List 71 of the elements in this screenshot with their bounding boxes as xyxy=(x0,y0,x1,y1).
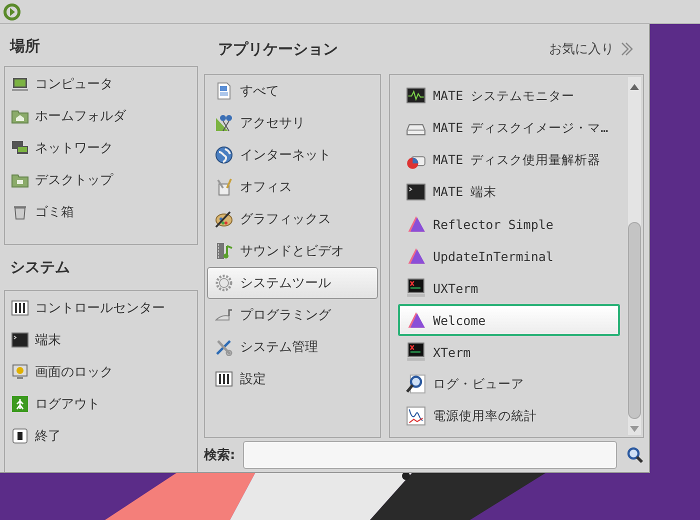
app-item[interactable]: XTerm xyxy=(398,336,620,368)
tools-icon xyxy=(215,338,233,356)
control-panel-icon xyxy=(11,299,29,317)
category-item[interactable]: 設定 xyxy=(207,363,378,395)
menu-item[interactable]: コンピュータ xyxy=(5,68,197,100)
section-title: システム xyxy=(9,257,71,278)
menu-item[interactable]: ホームフォルダ xyxy=(5,100,197,132)
terminal-icon xyxy=(406,182,426,202)
app-item[interactable]: Welcome xyxy=(398,304,620,336)
app-item[interactable]: UpdateInTerminal xyxy=(398,240,620,272)
terminal-icon xyxy=(11,331,29,349)
category-item[interactable]: サウンドとビデオ xyxy=(207,235,378,267)
favorites-link[interactable]: お気に入り xyxy=(549,40,644,58)
menu-item[interactable]: ネットワーク xyxy=(5,132,197,164)
menu-item[interactable]: ゴミ箱 xyxy=(5,196,197,228)
menu-item[interactable]: コントロールセンター xyxy=(5,292,197,324)
activity-monitor-icon xyxy=(406,86,426,106)
app-item[interactable]: ログ・ビューア xyxy=(398,368,620,400)
app-item[interactable]: UXTerm xyxy=(398,272,620,304)
trash-can-icon xyxy=(11,203,29,221)
computers-icon xyxy=(11,139,29,157)
menu-item[interactable]: ログアウト xyxy=(5,388,197,420)
category-item[interactable]: システム管理 xyxy=(207,331,378,363)
section-title: 場所 xyxy=(8,36,41,56)
category-item[interactable]: アクセサリ xyxy=(207,107,378,139)
magnifier-icon xyxy=(406,374,426,394)
menu-item[interactable]: デスクトップ xyxy=(5,164,197,196)
menu-item[interactable]: 画面のロック xyxy=(5,356,197,388)
category-item[interactable]: オフィス xyxy=(207,171,378,203)
scrollbar-thumb[interactable] xyxy=(628,222,641,419)
power-button-icon xyxy=(11,427,29,445)
menu-item[interactable]: 終了 xyxy=(5,420,197,452)
document-icon xyxy=(215,82,233,100)
menu-item[interactable]: 端末 xyxy=(5,324,197,356)
triangle-icon xyxy=(406,310,426,330)
app-item[interactable]: MATE ディスク使用量解析器 xyxy=(398,144,620,176)
app-item[interactable]: MATE 端末 xyxy=(398,176,620,208)
computer-icon xyxy=(11,75,29,93)
app-item[interactable]: Reflector Simple xyxy=(398,208,620,240)
app-item[interactable]: MATE ディスクイメージ・マ… xyxy=(398,112,620,144)
triangle-icon xyxy=(406,214,426,234)
logo-icon xyxy=(3,2,21,20)
scissors-ruler-icon xyxy=(215,114,233,132)
category-item[interactable]: インターネット xyxy=(207,139,378,171)
search-icon xyxy=(626,446,644,464)
category-item[interactable]: すべて xyxy=(207,75,378,107)
search-label: 検索: xyxy=(204,446,236,464)
triangle-icon xyxy=(406,246,426,266)
paint-can-icon xyxy=(215,178,233,196)
control-panel-icon xyxy=(215,370,233,388)
scrollbar[interactable] xyxy=(628,77,641,435)
category-item[interactable]: システムツール xyxy=(207,267,378,299)
xterm-icon xyxy=(406,278,426,298)
line-graph-icon xyxy=(406,406,426,426)
gear-icon xyxy=(215,274,233,292)
xterm-icon xyxy=(406,342,426,362)
search-field[interactable] xyxy=(243,441,618,469)
category-item[interactable]: グラフィックス xyxy=(207,203,378,235)
film-music-icon xyxy=(215,242,233,260)
section-title: アプリケーション xyxy=(217,40,338,58)
down-arrow-icon[interactable] xyxy=(630,425,639,433)
up-arrow-icon[interactable] xyxy=(630,83,639,91)
app-item[interactable]: MATE システムモニター xyxy=(398,80,620,112)
palette-icon xyxy=(215,210,233,228)
app-item[interactable]: 電源使用率の統計 xyxy=(398,400,620,432)
lock-screen-icon xyxy=(11,363,29,381)
menu-button[interactable] xyxy=(3,2,21,20)
category-item[interactable]: プログラミング xyxy=(207,299,378,331)
globe-icon xyxy=(215,146,233,164)
search-button[interactable] xyxy=(626,446,644,464)
exit-icon xyxy=(11,395,29,413)
